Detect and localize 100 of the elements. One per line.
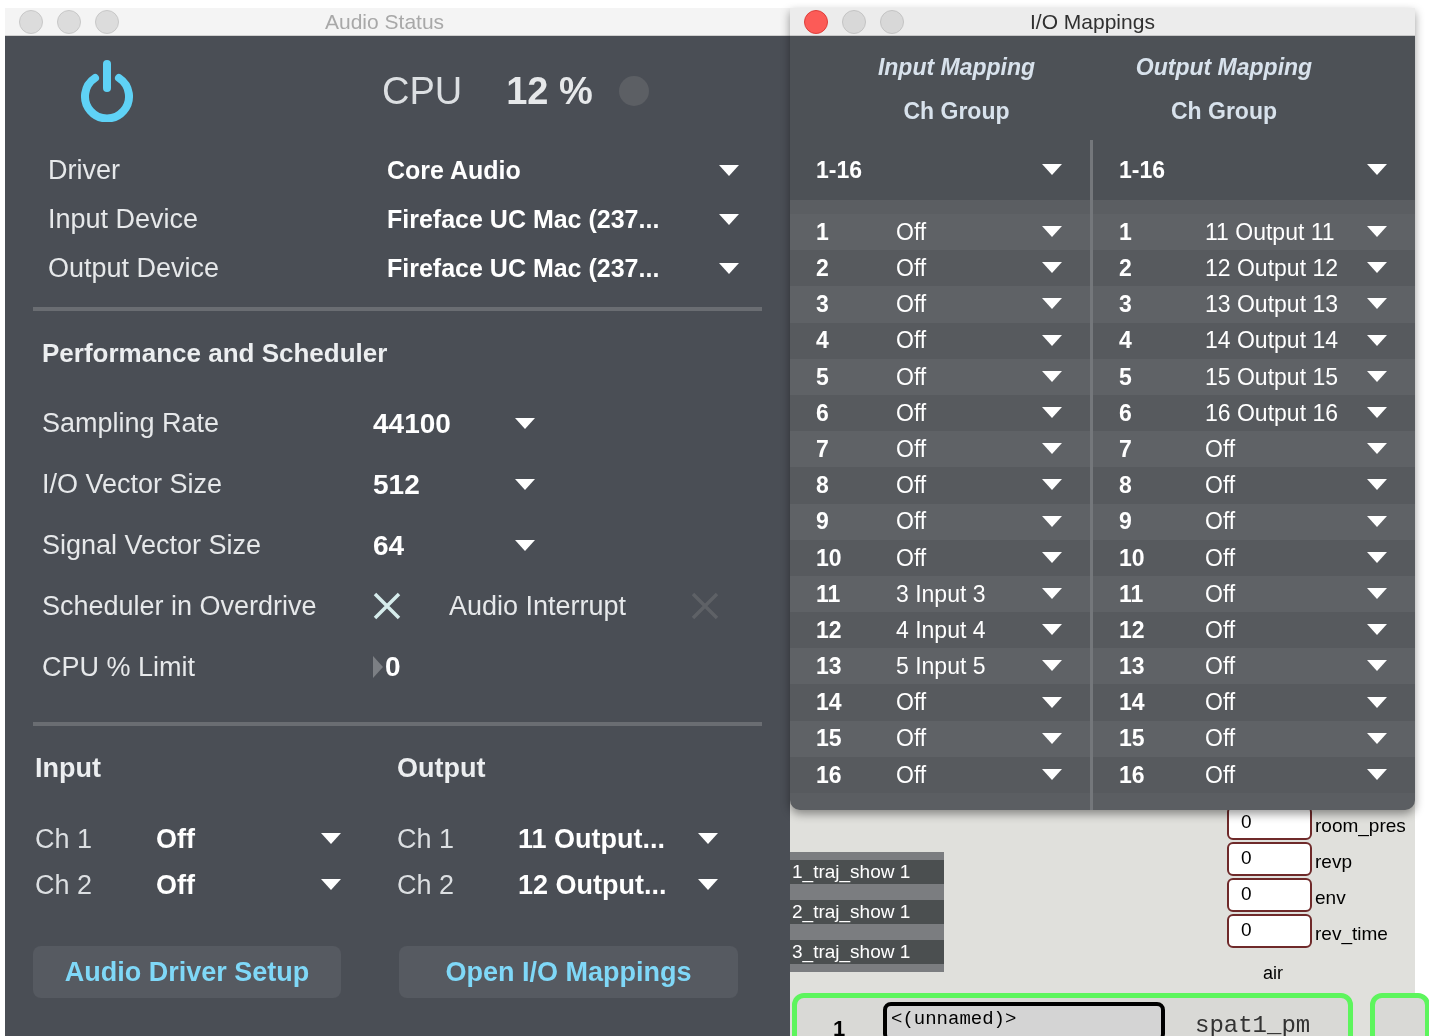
caret-icon — [321, 833, 341, 845]
caret-icon — [1367, 587, 1387, 600]
dropdown[interactable]: 14 Output 14 — [1205, 323, 1387, 358]
power-icon[interactable] — [79, 60, 135, 122]
dropdown[interactable]: 13 Output 13 — [1205, 287, 1387, 322]
window-button[interactable] — [842, 9, 866, 34]
field-label: Output Device — [48, 252, 221, 286]
section-title: Input — [35, 751, 102, 785]
caret-icon — [698, 879, 718, 891]
dropdown[interactable]: Off — [1205, 576, 1387, 612]
dropdown[interactable]: 12 Output 12 — [1205, 251, 1387, 286]
channel-number: 8 — [1119, 471, 1133, 501]
window-title: Audio Status — [325, 8, 445, 35]
dropdown[interactable]: Off — [896, 251, 1062, 286]
toggle-label: Audio Interrupt — [449, 589, 628, 623]
dropdown[interactable]: Off — [896, 214, 1062, 250]
caret-icon — [1367, 660, 1387, 673]
dropdown[interactable]: Off — [1205, 721, 1387, 756]
channel-number: 2 — [1119, 254, 1133, 284]
dropdown[interactable]: Off — [896, 359, 1062, 395]
close-button[interactable] — [804, 9, 828, 34]
dropdown[interactable]: Off — [896, 431, 1062, 467]
dropdown[interactable]: 15 Output 15 — [1205, 359, 1387, 395]
number-box[interactable]: 0 — [1227, 914, 1312, 948]
window-button[interactable] — [19, 9, 43, 34]
dropdown[interactable]: Off — [896, 504, 1062, 539]
channel-number: 7 — [816, 434, 830, 464]
column-heading: Output Mapping — [1135, 53, 1313, 82]
number-box[interactable]: 0 — [1227, 842, 1312, 876]
dropdown[interactable]: Off — [896, 287, 1062, 322]
channel-number: 7 — [1119, 434, 1133, 464]
caret-icon — [1042, 624, 1062, 637]
channel-number: 13 — [1119, 652, 1146, 682]
dropdown[interactable]: 3 Input 3 — [896, 576, 1062, 612]
dropdown[interactable]: 16 Output 16 — [1205, 395, 1387, 431]
window-button[interactable] — [880, 9, 904, 34]
dropdown[interactable]: Off — [1205, 612, 1387, 648]
dropdown[interactable]: Off — [896, 685, 1062, 720]
caret-icon — [1042, 262, 1062, 275]
number-box[interactable]: 0 — [373, 646, 401, 688]
channel-number: 4 — [1119, 326, 1133, 356]
caret-icon — [515, 539, 535, 552]
action-button[interactable]: Open I/O Mappings — [399, 946, 738, 998]
dropdown[interactable]: Off — [1205, 649, 1387, 684]
caret-icon — [1042, 443, 1062, 456]
caret-icon — [1367, 334, 1387, 347]
dropdown[interactable]: Off — [896, 323, 1062, 358]
name-field[interactable]: <(unnamed)> — [883, 1002, 1165, 1036]
dropdown[interactable]: Off — [1205, 757, 1387, 793]
toggle-label: Scheduler in Overdrive — [42, 589, 318, 623]
channel-number: 3 — [1119, 290, 1133, 320]
caret-icon — [1042, 587, 1062, 600]
dropdown[interactable]: 11 Output... — [518, 818, 718, 860]
dropdown[interactable]: Core Audio — [387, 151, 739, 190]
message-box[interactable]: 1_traj_show 1 — [790, 852, 944, 892]
channel-number: 9 — [816, 507, 830, 537]
cpu-label: CPU — [382, 68, 463, 114]
channel-number: 4 — [816, 326, 830, 356]
caret-icon — [1042, 732, 1062, 745]
channel-number: 6 — [1119, 398, 1133, 428]
object-label: room_pres — [1315, 814, 1406, 839]
dropdown[interactable]: Off — [1205, 468, 1387, 503]
dropdown[interactable]: Off — [896, 721, 1062, 756]
caret-icon — [321, 879, 341, 891]
channel-number: 10 — [1119, 543, 1146, 573]
dropdown[interactable]: 4 Input 4 — [896, 612, 1062, 648]
dropdown[interactable]: Off — [1205, 431, 1387, 467]
channel-number: 16 — [816, 760, 843, 790]
channel-number: 3 — [816, 290, 830, 320]
message-box[interactable]: 3_traj_show 1 — [790, 932, 944, 972]
number-box[interactable]: 0 — [1227, 878, 1312, 912]
caret-icon — [1042, 407, 1062, 420]
channel-number: 14 — [816, 688, 843, 718]
message-box[interactable]: 2_traj_show 1 — [790, 892, 944, 932]
dropdown[interactable]: Off — [896, 468, 1062, 503]
dropdown[interactable]: Off — [1205, 540, 1387, 576]
dropdown[interactable]: Off — [896, 540, 1062, 576]
channel-label: Ch 1 — [397, 822, 456, 856]
dropdown[interactable]: Off — [896, 395, 1062, 431]
dropdown[interactable]: 5 Input 5 — [896, 649, 1062, 684]
window-button[interactable] — [57, 9, 81, 34]
dropdown[interactable]: 11 Output 11 — [1205, 214, 1387, 250]
action-button[interactable]: Audio Driver Setup — [33, 946, 341, 998]
dropdown[interactable]: Off — [156, 864, 341, 906]
caret-icon — [1367, 515, 1387, 528]
channel-number: 12 — [816, 615, 843, 645]
cpu-value: 12 % — [506, 68, 593, 114]
channel-number: 15 — [1119, 724, 1146, 754]
dropdown[interactable]: Off — [1205, 685, 1387, 720]
dropdown[interactable]: 12 Output... — [518, 864, 718, 906]
dropdown[interactable]: Off — [896, 757, 1062, 793]
dropdown[interactable]: Off — [156, 818, 341, 860]
dropdown[interactable]: Off — [1205, 504, 1387, 539]
dropdown[interactable]: Fireface UC Mac (237... — [387, 249, 739, 288]
caret-icon — [1367, 696, 1387, 709]
dropdown[interactable]: 64 — [373, 524, 535, 567]
dropdown[interactable]: 512 — [373, 463, 535, 506]
dropdown[interactable]: Fireface UC Mac (237... — [387, 200, 739, 239]
dropdown[interactable]: 44100 — [373, 402, 535, 445]
window-button[interactable] — [95, 9, 119, 34]
